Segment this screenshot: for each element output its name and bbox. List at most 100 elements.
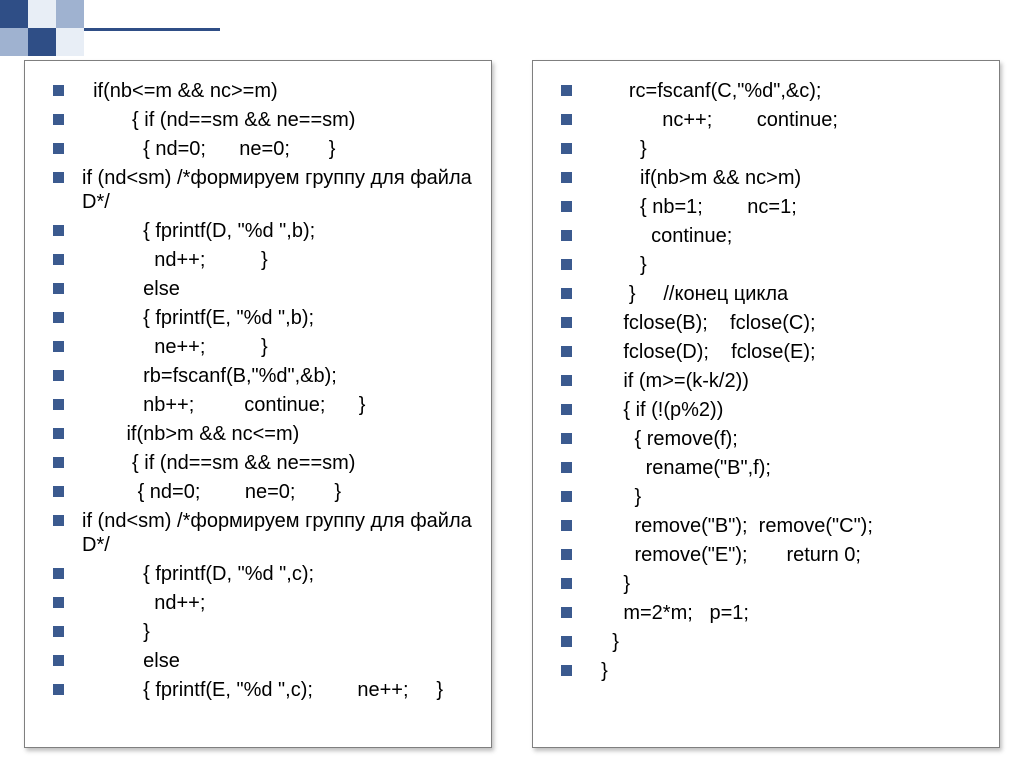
list-item: } (561, 137, 987, 161)
bullet-icon (53, 626, 64, 637)
code-text: nd++; (82, 591, 479, 615)
bullet-icon (53, 172, 64, 183)
code-text: if (m>=(k-k/2)) (590, 369, 987, 393)
bullet-icon (53, 225, 64, 236)
bullet-icon (53, 684, 64, 695)
bullet-icon (53, 312, 64, 323)
list-item: { fprintf(D, "%d ",b); (53, 219, 479, 243)
code-text: } //конец цикла (590, 282, 987, 306)
bullet-icon (561, 520, 572, 531)
list-item: else (53, 277, 479, 301)
bullet-icon (53, 143, 64, 154)
code-text: { nd=0; ne=0; } (82, 137, 479, 161)
slide-body: if(nb<=m && nc>=m) { if (nd==sm && ne==s… (24, 60, 1000, 748)
code-text: } (590, 485, 987, 509)
bullet-icon (561, 259, 572, 270)
list-item: continue; (561, 224, 987, 248)
list-item: if (nd<sm) /*формируем группу для файла … (83, 509, 479, 557)
list-item: if(nb>m && nc>m) (561, 166, 987, 190)
bullet-icon (53, 515, 64, 526)
code-text: { if (!(p%2)) (590, 398, 987, 422)
list-item: { nd=0; ne=0; } (53, 480, 479, 504)
list-item: } //конец цикла (561, 282, 987, 306)
code-text: } (590, 659, 987, 683)
code-text: } (590, 630, 987, 654)
list-item: { if (nd==sm && ne==sm) (53, 108, 479, 132)
list-item: { remove(f); (561, 427, 987, 451)
left-panel: if(nb<=m && nc>=m) { if (nd==sm && ne==s… (24, 60, 492, 748)
code-text: if(nb>m && nc<=m) (82, 422, 479, 446)
list-item: if (nd<sm) /*формируем группу для файла … (83, 166, 479, 214)
list-item: } (561, 253, 987, 277)
bullet-icon (561, 317, 572, 328)
code-text: if (nd<sm) /*формируем группу для файла … (82, 166, 479, 214)
code-text: { remove(f); (590, 427, 987, 451)
corner-decoration (0, 0, 220, 56)
bullet-icon (561, 462, 572, 473)
list-item: { if (nd==sm && ne==sm) (53, 451, 479, 475)
list-item: { nd=0; ne=0; } (53, 137, 479, 161)
code-text: { fprintf(E, "%d ",c); ne++; } (82, 678, 479, 702)
bullet-icon (561, 230, 572, 241)
code-text: { fprintf(D, "%d ",c); (82, 562, 479, 586)
bullet-icon (561, 143, 572, 154)
list-item: rb=fscanf(B,"%d",&b); (53, 364, 479, 388)
bullet-icon (53, 597, 64, 608)
list-item: } (561, 659, 987, 683)
list-item: nc++; continue; (561, 108, 987, 132)
bullet-icon (561, 491, 572, 502)
left-code-list: if(nb<=m && nc>=m) { if (nd==sm && ne==s… (53, 79, 479, 702)
code-text: m=2*m; p=1; (590, 601, 987, 625)
bullet-icon (53, 254, 64, 265)
list-item: remove("B"); remove("C"); (561, 514, 987, 538)
code-text: if(nb>m && nc>m) (590, 166, 987, 190)
list-item: fclose(B); fclose(C); (561, 311, 987, 335)
code-text: { fprintf(E, "%d ",b); (82, 306, 479, 330)
list-item: rc=fscanf(C,"%d",&c); (561, 79, 987, 103)
bullet-icon (53, 655, 64, 666)
list-item: } (561, 572, 987, 596)
list-item: { nb=1; nc=1; (561, 195, 987, 219)
bullet-icon (53, 341, 64, 352)
list-item: if(nb<=m && nc>=m) (53, 79, 479, 103)
bullet-icon (561, 114, 572, 125)
code-text: rename("B",f); (590, 456, 987, 480)
bullet-icon (53, 457, 64, 468)
right-code-list: rc=fscanf(C,"%d",&c); nc++; continue; } … (561, 79, 987, 683)
code-text: ne++; } (82, 335, 479, 359)
code-text: } (82, 620, 479, 644)
list-item: else (53, 649, 479, 673)
code-text: remove("E"); return 0; (590, 543, 987, 567)
bullet-icon (561, 288, 572, 299)
code-text: else (82, 649, 479, 673)
bullet-icon (561, 433, 572, 444)
code-text: { if (nd==sm && ne==sm) (82, 451, 479, 475)
list-item: if (m>=(k-k/2)) (561, 369, 987, 393)
bullet-icon (561, 665, 572, 676)
code-text: { if (nd==sm && ne==sm) (82, 108, 479, 132)
list-item: nd++; } (53, 248, 479, 272)
list-item: nb++; continue; } (53, 393, 479, 417)
list-item: { fprintf(D, "%d ",c); (53, 562, 479, 586)
bullet-icon (561, 636, 572, 647)
list-item: { fprintf(E, "%d ",c); ne++; } (53, 678, 479, 702)
code-text: else (82, 277, 479, 301)
bullet-icon (53, 370, 64, 381)
code-text: continue; (590, 224, 987, 248)
code-text: nc++; continue; (590, 108, 987, 132)
bullet-icon (53, 428, 64, 439)
list-item: nd++; (53, 591, 479, 615)
bullet-icon (561, 85, 572, 96)
bullet-icon (561, 578, 572, 589)
code-text: rc=fscanf(C,"%d",&c); (590, 79, 987, 103)
list-item: ne++; } (53, 335, 479, 359)
bullet-icon (561, 172, 572, 183)
code-text: rb=fscanf(B,"%d",&b); (82, 364, 479, 388)
code-text: } (590, 253, 987, 277)
bullet-icon (53, 486, 64, 497)
list-item: rename("B",f); (561, 456, 987, 480)
bullet-icon (53, 283, 64, 294)
bullet-icon (561, 346, 572, 357)
bullet-icon (53, 114, 64, 125)
code-text: { fprintf(D, "%d ",b); (82, 219, 479, 243)
